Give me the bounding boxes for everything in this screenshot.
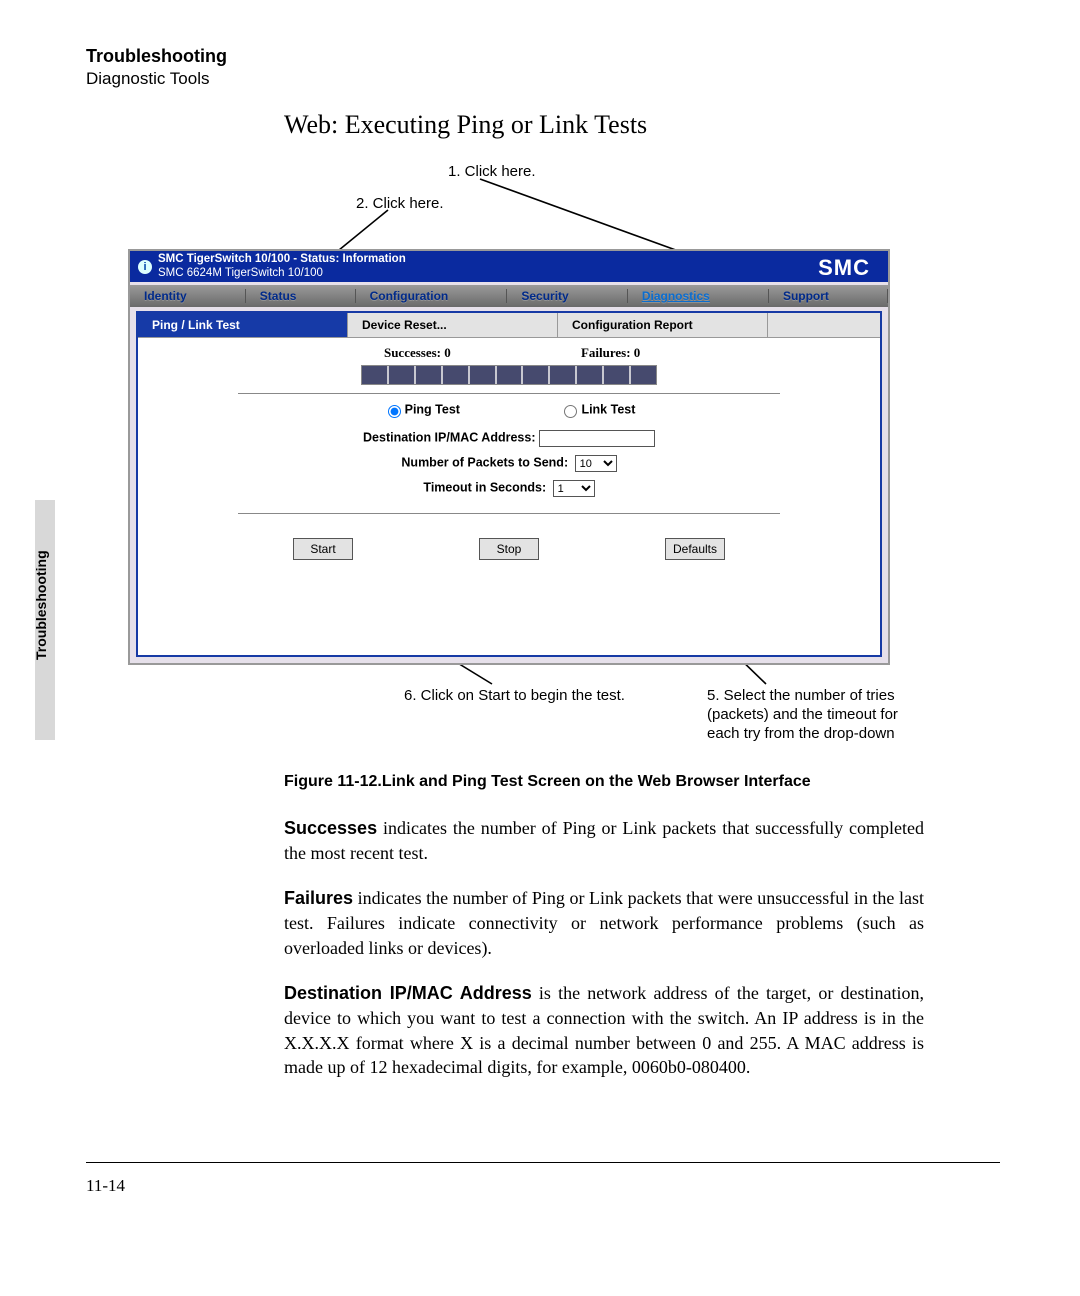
successes-label: Successes:	[384, 345, 441, 360]
stats-row: Successes: 0 Failures: 0	[138, 345, 880, 361]
packets-row: Number of Packets to Send: 10	[138, 455, 880, 472]
failures-label: Failures:	[581, 345, 631, 360]
nav-support[interactable]: Support	[769, 289, 888, 303]
ping-test-label: Ping Test	[405, 402, 460, 416]
link-test-label: Link Test	[581, 402, 635, 416]
content-panel: Ping / Link Test Device Reset... Configu…	[136, 311, 882, 657]
subtab-config-report[interactable]: Configuration Report	[558, 313, 768, 337]
nav-bar: Identity Status Configuration Security D…	[130, 285, 888, 307]
nav-status[interactable]: Status	[246, 289, 356, 303]
successes-value: 0	[444, 345, 451, 360]
defaults-button[interactable]: Defaults	[665, 538, 725, 560]
button-row: Start Stop Defaults	[138, 538, 880, 560]
stop-button[interactable]: Stop	[479, 538, 539, 560]
failures-value: 0	[634, 345, 641, 360]
para-dest: Destination IP/MAC Address is the networ…	[284, 981, 924, 1080]
text-successes: indicates the number of Ping or Link pac…	[284, 818, 924, 863]
test-type-row: Ping Test Link Test	[138, 402, 880, 418]
nav-security[interactable]: Security	[507, 289, 627, 303]
divider-2	[238, 513, 780, 514]
footer-rule	[86, 1162, 1000, 1163]
term-failures: Failures	[284, 888, 353, 908]
nav-diagnostics[interactable]: Diagnostics	[628, 289, 769, 303]
term-dest: Destination IP/MAC Address	[284, 983, 532, 1003]
ping-test-radio[interactable]	[388, 405, 401, 418]
page-number: 11-14	[86, 1176, 125, 1196]
subtab-ping-link[interactable]: Ping / Link Test	[138, 313, 348, 337]
figure-caption: Figure 11-12.Link and Ping Test Screen o…	[284, 773, 811, 791]
timeout-select[interactable]: 1	[553, 480, 595, 497]
titlebar-text: SMC TigerSwitch 10/100 - Status: Informa…	[158, 253, 406, 279]
timeout-row: Timeout in Seconds: 1	[138, 480, 880, 497]
screenshot-panel: i SMC TigerSwitch 10/100 - Status: Infor…	[128, 249, 890, 665]
subtab-device-reset[interactable]: Device Reset...	[348, 313, 558, 337]
dest-row: Destination IP/MAC Address:	[138, 430, 880, 447]
title-line-1: SMC TigerSwitch 10/100 - Status: Informa…	[158, 253, 406, 265]
start-button[interactable]: Start	[293, 538, 353, 560]
window-titlebar: i SMC TigerSwitch 10/100 - Status: Infor…	[130, 251, 888, 282]
nav-identity[interactable]: Identity	[130, 289, 246, 303]
packets-label: Number of Packets to Send:	[401, 456, 568, 470]
info-icon: i	[138, 260, 152, 274]
title-line-2: SMC 6624M TigerSwitch 10/100	[158, 267, 323, 279]
progress-bar	[361, 365, 657, 385]
divider	[238, 393, 780, 394]
panel-body: Successes: 0 Failures: 0 Ping Test Link …	[138, 341, 880, 655]
dest-input[interactable]	[539, 430, 655, 447]
subtab-bar: Ping / Link Test Device Reset... Configu…	[138, 313, 880, 338]
para-successes: Successes indicates the number of Ping o…	[284, 816, 924, 866]
para-failures: Failures indicates the number of Ping or…	[284, 886, 924, 960]
text-failures: indicates the number of Ping or Link pac…	[284, 888, 924, 958]
dest-label: Destination IP/MAC Address:	[363, 431, 535, 445]
brand-logo: SMC	[818, 255, 870, 281]
packets-select[interactable]: 10	[575, 455, 617, 472]
term-successes: Successes	[284, 818, 377, 838]
nav-configuration[interactable]: Configuration	[356, 289, 508, 303]
link-test-radio[interactable]	[564, 405, 577, 418]
timeout-label: Timeout in Seconds:	[423, 481, 546, 495]
